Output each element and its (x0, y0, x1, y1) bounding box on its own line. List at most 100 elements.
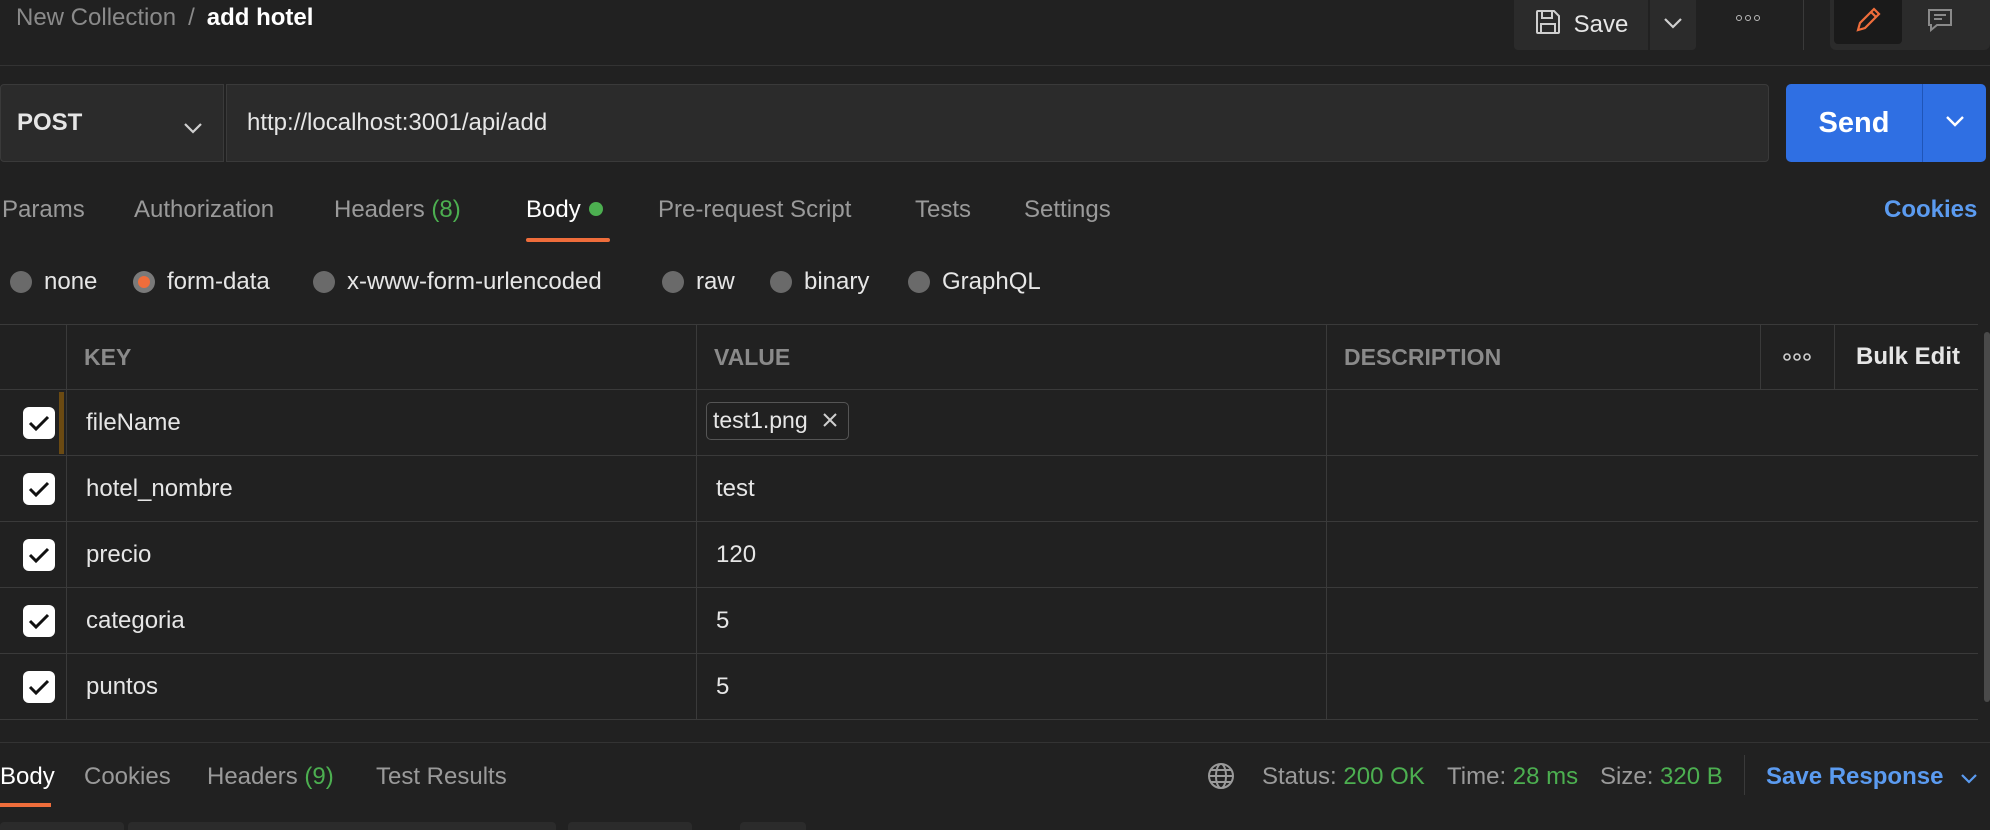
url-input[interactable]: http://localhost:3001/api/add (226, 84, 1769, 162)
save-label: Save (1573, 11, 1629, 38)
radio-form-data[interactable]: form-data (133, 268, 270, 296)
row-key[interactable]: puntos (86, 654, 158, 719)
save-button[interactable]: Save (1514, 0, 1648, 50)
radio-x-www-form-urlencoded[interactable]: x-www-form-urlencoded (313, 268, 602, 296)
breadcrumb-collection[interactable]: New Collection (16, 4, 176, 32)
file-chip: test1.png (706, 401, 849, 440)
save-group: Save (1514, 0, 1696, 50)
tab-headers-count: (8) (431, 196, 461, 223)
row-value[interactable]: 120 (716, 522, 756, 587)
edit-mode-button[interactable] (1834, 0, 1902, 44)
row-value[interactable]: test (716, 456, 755, 521)
tab-settings[interactable]: Settings (1024, 196, 1111, 224)
radio-button (770, 271, 792, 293)
column-header-description: DESCRIPTION (1344, 343, 1502, 370)
radio-none[interactable]: none (10, 268, 97, 296)
more-icon[interactable] (1782, 325, 1812, 389)
row-key[interactable]: fileName (86, 390, 181, 455)
breadcrumb-separator: / (188, 4, 195, 31)
row-checkbox[interactable] (23, 456, 55, 521)
send-options-button[interactable] (1923, 84, 1986, 162)
response-time: Time: 28 ms (1447, 763, 1578, 791)
row-checkbox[interactable] (23, 588, 55, 653)
response-toolbar-edge (0, 822, 1990, 830)
breadcrumb: New Collection / add hotel (16, 4, 313, 32)
radio-label: raw (696, 268, 735, 295)
pencil-icon (1853, 5, 1883, 40)
table-row: fileName test1.png (0, 390, 1978, 456)
table-row: categoria 5 (0, 588, 1978, 654)
row-key[interactable]: categoria (86, 588, 185, 653)
close-icon[interactable] (822, 407, 838, 434)
chevron-down-icon (1663, 16, 1683, 34)
checkmark-icon (23, 472, 55, 505)
tab-authorization[interactable]: Authorization (134, 196, 274, 224)
row-value[interactable]: 5 (716, 588, 729, 653)
chevron-down-icon (1945, 114, 1965, 132)
radio-label: binary (804, 268, 870, 295)
table-scrollbar[interactable] (1984, 332, 1990, 702)
radio-label: GraphQL (942, 268, 1041, 295)
view-mode-toggle (1830, 0, 1990, 50)
size-label: Size: (1600, 763, 1654, 790)
form-data-table: KEY VALUE DESCRIPTION Bulk Edit fileName… (0, 324, 1978, 720)
table-header: KEY VALUE DESCRIPTION Bulk Edit (0, 324, 1978, 390)
column-header-value: VALUE (714, 343, 791, 370)
chevron-down-icon (183, 113, 203, 141)
status-label: Status: (1262, 763, 1337, 790)
bulk-edit-button[interactable]: Bulk Edit (1856, 325, 1960, 389)
method-label: POST (17, 109, 83, 136)
tab-params[interactable]: Params (2, 196, 85, 224)
send-button[interactable]: Send (1786, 84, 1922, 162)
row-key[interactable]: precio (86, 522, 151, 587)
method-select[interactable]: POST (0, 84, 224, 162)
table-row: hotel_nombre test (0, 456, 1978, 522)
time-label: Time: (1447, 763, 1507, 790)
row-checkbox[interactable] (23, 390, 55, 455)
comment-icon (1925, 5, 1955, 40)
save-response-button[interactable]: Save Response (1766, 763, 1978, 791)
tab-body[interactable]: Body (526, 196, 603, 224)
request-name[interactable]: add hotel (207, 4, 314, 32)
row-checkbox[interactable] (23, 522, 55, 587)
radio-button (313, 271, 335, 293)
radio-button (908, 271, 930, 293)
active-tab-indicator (526, 238, 610, 242)
response-tab-headers[interactable]: Headers (9) (207, 763, 334, 791)
response-tab-test-results[interactable]: Test Results (376, 763, 507, 791)
comments-button[interactable] (1906, 0, 1974, 44)
row-checkbox[interactable] (23, 654, 55, 719)
response-tab-body[interactable]: Body (0, 763, 55, 791)
send-button-group: Send (1786, 84, 1986, 162)
request-header: New Collection / add hotel Save (0, 0, 1990, 66)
row-value[interactable]: 5 (716, 654, 729, 719)
chevron-down-icon (1960, 763, 1978, 790)
row-value-file[interactable]: test1.png (706, 390, 849, 455)
more-icon[interactable] (1732, 6, 1764, 30)
checkmark-icon (23, 670, 55, 703)
radio-label: form-data (167, 268, 270, 295)
response-tab-cookies[interactable]: Cookies (84, 763, 171, 791)
save-options-button[interactable] (1650, 0, 1696, 50)
status-value: 200 OK (1343, 763, 1425, 790)
save-icon (1534, 8, 1562, 43)
table-row: precio 120 (0, 522, 1978, 588)
radio-button (662, 271, 684, 293)
tab-pre-request-script[interactable]: Pre-request Script (658, 196, 851, 224)
row-key[interactable]: hotel_nombre (86, 456, 233, 521)
radio-binary[interactable]: binary (770, 268, 869, 296)
tab-tests[interactable]: Tests (915, 196, 971, 224)
response-size: Size: 320 B (1600, 763, 1723, 791)
tab-headers[interactable]: Headers (8) (334, 196, 461, 224)
url-text: http://localhost:3001/api/add (247, 109, 548, 136)
radio-graphql[interactable]: GraphQL (908, 268, 1041, 296)
checkmark-icon (23, 538, 55, 571)
tab-headers-label: Headers (334, 196, 425, 223)
cookies-link[interactable]: Cookies (1884, 196, 1977, 224)
response-tab-headers-count: (9) (304, 763, 334, 790)
radio-raw[interactable]: raw (662, 268, 735, 296)
body-indicator-dot (588, 201, 603, 216)
checkmark-icon (23, 604, 55, 637)
globe-icon[interactable] (1206, 761, 1236, 798)
response-status: Status: 200 OK (1262, 763, 1425, 791)
